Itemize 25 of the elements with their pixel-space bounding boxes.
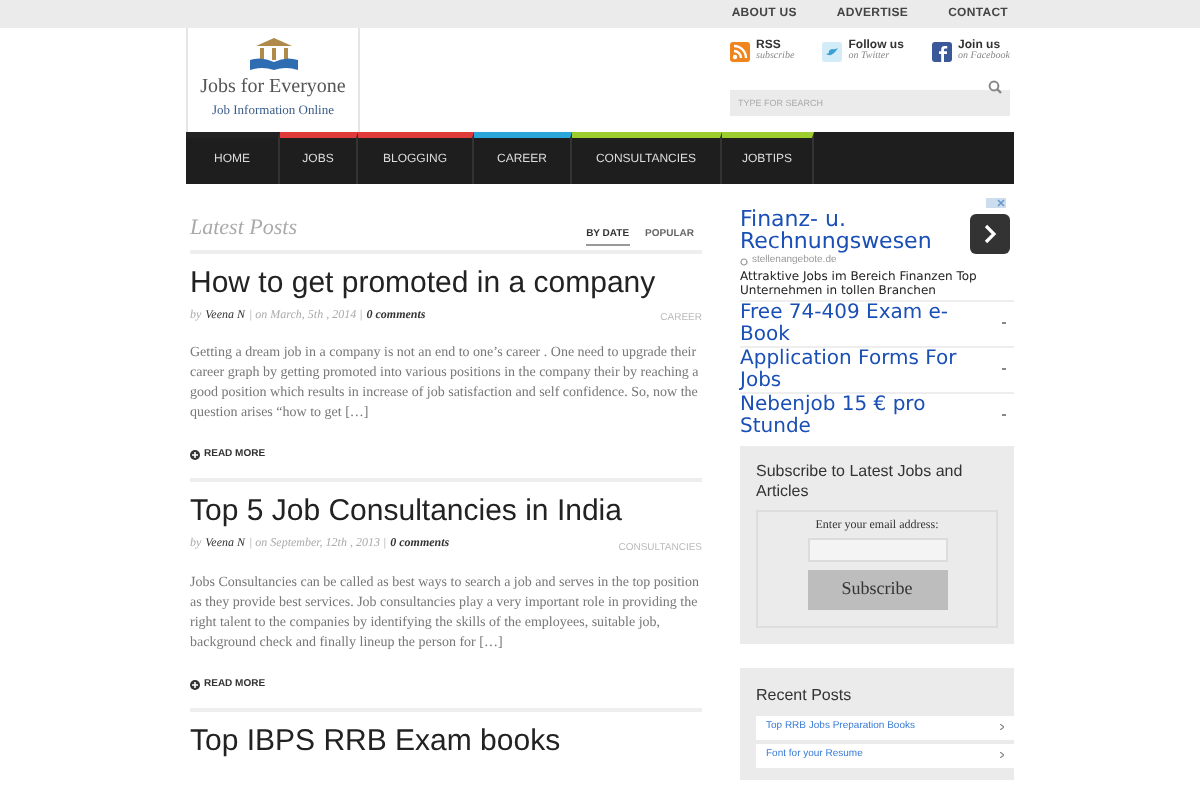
dash-icon: [1002, 368, 1006, 370]
ad-headline[interactable]: Finanz- u. Rechnungswesen: [740, 198, 1014, 252]
dash-icon: [1002, 322, 1006, 324]
email-field[interactable]: [807, 537, 947, 561]
subscribe-button[interactable]: Subscribe: [807, 569, 947, 609]
ad-link[interactable]: Free 74-409 Exam e-Book: [740, 301, 1002, 345]
plus-icon: [190, 679, 200, 690]
building-icon: [247, 36, 299, 72]
facebook-icon[interactable]: [932, 41, 953, 61]
post-title[interactable]: Top IBPS RRB Exam books: [190, 724, 702, 762]
panel-title: Recent Posts: [756, 683, 854, 707]
logo-title: Jobs for Everyone: [200, 76, 346, 101]
dash-icon: [1002, 414, 1006, 416]
ring-icon: [740, 257, 748, 266]
ad-link[interactable]: Nebenjob 15 € pro Stunde: [740, 393, 1002, 437]
bird-icon[interactable]: [822, 41, 843, 61]
section-title: Latest Posts: [190, 214, 297, 244]
ad-link[interactable]: Application Forms For Jobs: [740, 347, 1002, 391]
rss-icon[interactable]: [730, 41, 750, 61]
search-icon[interactable]: [988, 80, 1002, 94]
panel-title: Subscribe to Latest Jobs and Articles: [756, 461, 965, 501]
post-title[interactable]: Top 5 Job Consultancies in India: [190, 494, 702, 532]
plus-icon: [190, 450, 200, 460]
post-title[interactable]: How to get promoted in a company: [190, 265, 702, 303]
adchoices-icon[interactable]: [986, 198, 1006, 208]
